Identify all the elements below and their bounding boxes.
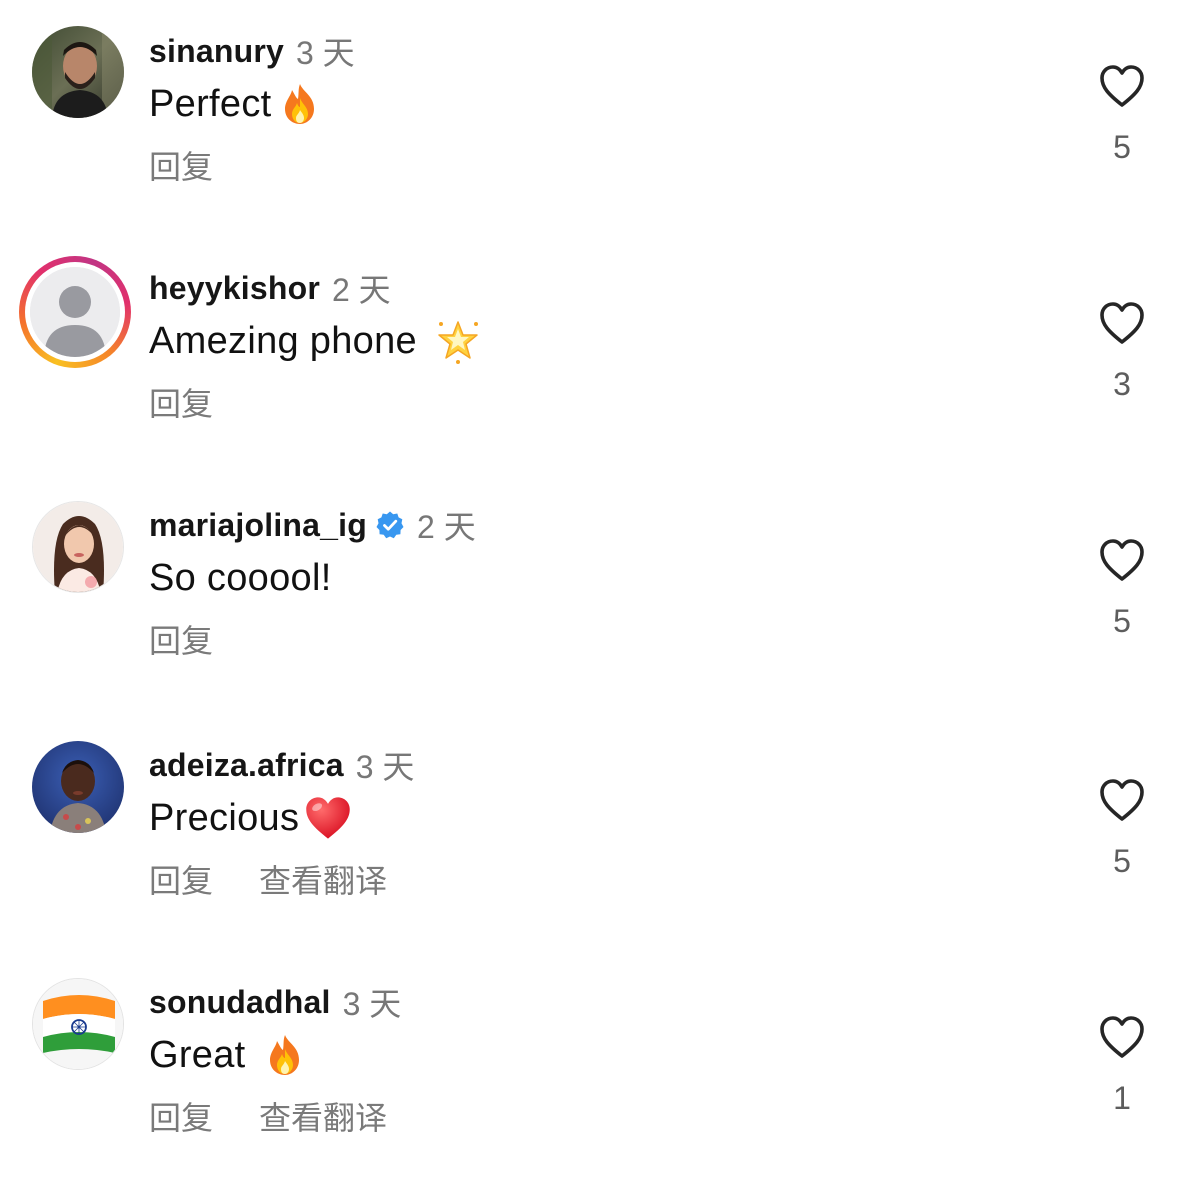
comment-body: Great [149, 1030, 308, 1080]
username[interactable]: sonudadhal [149, 984, 331, 1021]
comment-header: adeiza.africa 3 天 [149, 743, 414, 787]
comment-item: sonudadhal 3 天 Great 回复 查看翻译 1 [0, 978, 1200, 1178]
username[interactable]: adeiza.africa [149, 747, 344, 784]
avatar [30, 267, 120, 357]
comment-header: sonudadhal 3 天 [149, 980, 401, 1024]
reply-button[interactable]: 回复 [149, 379, 213, 425]
username[interactable]: sinanury [149, 33, 284, 70]
comment-time: 2 天 [417, 509, 476, 545]
india-flag-avatar [33, 979, 123, 1069]
fire-emoji [269, 1035, 299, 1075]
man-portrait-avatar [32, 26, 124, 118]
fire-emoji [285, 84, 315, 124]
comment-body: Precious [149, 793, 353, 843]
like-count: 5 [1113, 129, 1131, 165]
avatar[interactable] [32, 26, 124, 118]
reply-button[interactable]: 回复 [149, 616, 213, 662]
heart-icon[interactable] [1098, 777, 1146, 823]
comment-text: Precious [149, 796, 300, 839]
comment-time: 3 天 [295, 35, 355, 71]
comment-item: heyykishor 2 天 Amezing phone 回复 3 [0, 256, 1200, 464]
avatar[interactable] [32, 978, 124, 1070]
like-count: 5 [1113, 843, 1131, 879]
comment-actions: 回复 [149, 380, 213, 424]
heart-icon[interactable] [1098, 63, 1146, 109]
story-ring-gap [25, 262, 125, 362]
comment-time: 3 天 [342, 986, 402, 1022]
avatar[interactable] [32, 501, 124, 593]
comment-body: Amezing phone [149, 316, 481, 366]
comment-header: sinanury 3 天 [149, 29, 355, 73]
comment-text: Great [149, 1033, 246, 1076]
comment-actions: 回复 查看翻译 [149, 1094, 387, 1138]
comment-text: Amezing phone [149, 319, 417, 362]
heart-icon[interactable] [1098, 537, 1146, 583]
like-count: 3 [1113, 366, 1131, 402]
comment-body: So cooool! [149, 553, 332, 603]
verified-badge-icon [376, 511, 404, 539]
comment-item: mariajolina_ig 2 天 So cooool! 回复 5 [0, 501, 1200, 701]
comment-header: mariajolina_ig 2 天 [149, 503, 476, 547]
comment-item: adeiza.africa 3 天 Precious 回复 查看翻译 5 [0, 741, 1200, 941]
story-ring[interactable] [19, 256, 131, 368]
avatar[interactable] [32, 741, 124, 833]
like-count: 5 [1113, 603, 1131, 639]
comment-text: So cooool! [149, 556, 332, 599]
comment-actions: 回复 查看翻译 [149, 857, 387, 901]
see-translation-button[interactable]: 查看翻译 [259, 856, 387, 902]
comment-text: Perfect [149, 82, 272, 125]
comment-item: sinanury 3 天 Perfect 回复 5 [0, 26, 1200, 227]
default-profile-avatar [30, 267, 120, 357]
woman-portrait-avatar [33, 502, 123, 592]
child-portrait-avatar [32, 741, 124, 833]
username[interactable]: heyykishor [149, 270, 320, 307]
reply-button[interactable]: 回复 [149, 856, 213, 902]
see-translation-button[interactable]: 查看翻译 [259, 1093, 387, 1139]
comment-time: 2 天 [331, 272, 391, 308]
reply-button[interactable]: 回复 [149, 142, 213, 188]
heart-icon[interactable] [1098, 1014, 1146, 1060]
username[interactable]: mariajolina_ig [149, 507, 367, 544]
comment-time: 3 天 [355, 749, 415, 785]
glowing-star-emoji [438, 321, 478, 364]
heart-icon[interactable] [1098, 300, 1146, 346]
reply-button[interactable]: 回复 [149, 1093, 213, 1139]
like-count: 1 [1113, 1080, 1131, 1116]
red-heart-emoji [306, 797, 350, 839]
comment-actions: 回复 [149, 143, 213, 187]
comment-header: heyykishor 2 天 [149, 266, 391, 310]
comment-actions: 回复 [149, 617, 213, 661]
comment-body: Perfect [149, 79, 323, 129]
